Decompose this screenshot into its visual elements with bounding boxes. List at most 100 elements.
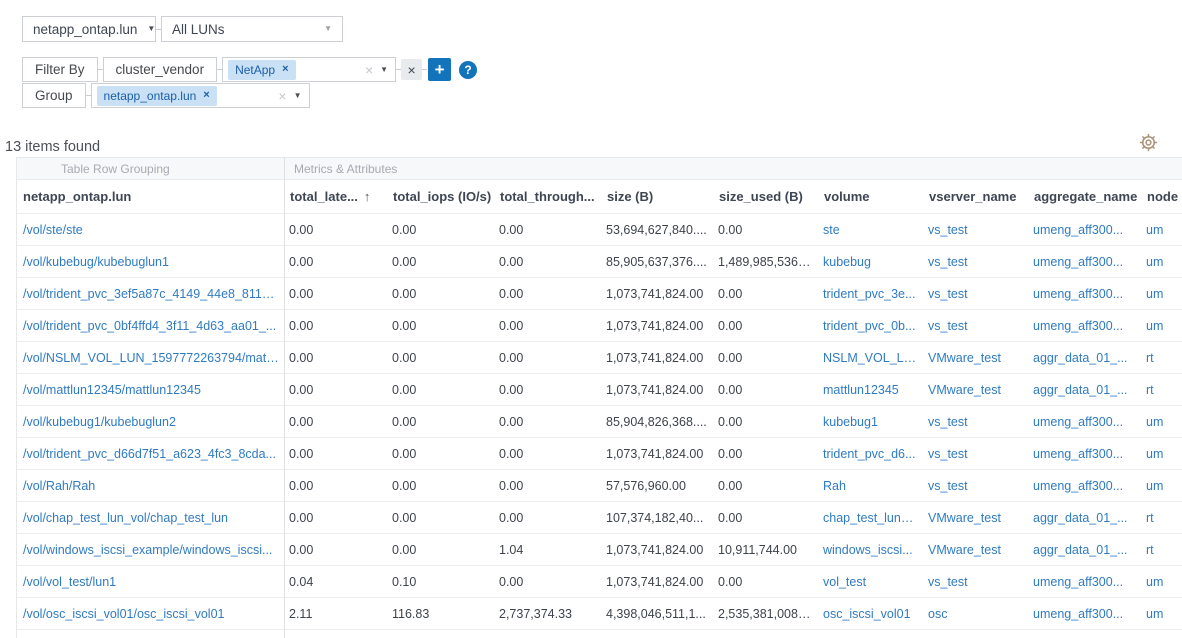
cell-node[interactable]: um [1141,566,1182,598]
remove-filter-button[interactable]: × [401,59,422,80]
cell-lun[interactable]: /vol/kubebug/kubebuglun1 [17,246,284,278]
saved-query-select[interactable]: All LUNs ▼ [161,16,343,42]
help-icon[interactable]: ? [459,61,477,79]
cell-lun[interactable]: /vol/NSLM_VOL_LUN_1597772263794/matts... [17,342,284,374]
cell-vserver_name[interactable]: osc [923,598,1028,630]
table-row: /vol/vol_test/lun10.040.100.001,073,741,… [17,566,1182,598]
column-header-size_used[interactable]: size_used (B) [713,180,818,214]
clear-selection-icon[interactable]: × [365,63,373,77]
cell-size_used: 0.00 [713,502,818,534]
cell-aggregate_name[interactable]: umeng_aff300... [1028,438,1141,470]
cell-node[interactable]: um [1141,438,1182,470]
column-header-lun[interactable]: netapp_ontap.lun [17,180,284,214]
cell-aggregate_name[interactable]: umeng_aff300... [1028,566,1141,598]
cell-aggregate_name[interactable]: umeng_aff300... [1028,598,1141,630]
group-value-combo[interactable]: netapp_ontap.lun × × ▼ [91,83,310,108]
filter-value-combo[interactable]: NetApp × × ▼ [222,57,396,82]
cell-lun[interactable]: /vol/chap_test_lun_vol/chap_test_lun [17,502,284,534]
cell-aggregate_name[interactable]: aggr_data_01_... [1028,374,1141,406]
cell-lun[interactable]: /vol/kubebug1/kubebuglun2 [17,406,284,438]
column-header-volume[interactable]: volume [818,180,923,214]
cell-lun[interactable]: /vol/vol_test/lun1 [17,566,284,598]
cell-aggregate_name[interactable]: aggr_data_01_... [1028,534,1141,566]
cell-lun[interactable]: /vol/trident_pvc_3ef5a87c_4149_44e8_8113… [17,278,284,310]
cell-volume[interactable]: kubebug1 [818,406,923,438]
cell-volume[interactable]: kubebug [818,246,923,278]
cell-volume[interactable]: ste [818,214,923,246]
table-row: /vol/NSLM_VOL_LUN_1597772263794/matts...… [17,342,1182,374]
cell-node[interactable]: um [1141,278,1182,310]
cell-vserver_name[interactable]: vs_test [923,438,1028,470]
cell-volume[interactable]: Rah [818,470,923,502]
column-header-total_throughput[interactable]: total_through... [494,180,601,214]
cell-vserver_name[interactable]: vs_test [923,278,1028,310]
cell-vserver_name[interactable]: VMware_test [923,502,1028,534]
cell-node[interactable]: rt [1141,342,1182,374]
filter-by-button[interactable]: Filter By [22,57,98,82]
cell-lun[interactable]: /vol/trident_pvc_d66d7f51_a623_4fc3_8cda… [17,438,284,470]
cell-lun[interactable]: /vol/windows_iscsi_example/windows_iscsi… [17,534,284,566]
cell-volume[interactable]: osc_iscsi_vol01 [818,598,923,630]
cell-vserver_name[interactable]: VMware_test [923,534,1028,566]
cell-vserver_name[interactable]: vs_test [923,214,1028,246]
cell-volume[interactable]: vol_test [818,566,923,598]
cell-total_iops: 0.00 [387,534,494,566]
cell-volume[interactable]: trident_pvc_0b... [818,310,923,342]
cell-node[interactable]: rt [1141,534,1182,566]
cell-volume[interactable]: mattlun12345 [818,374,923,406]
cell-vserver_name[interactable]: vs_test [923,310,1028,342]
cell-node[interactable]: um [1141,598,1182,630]
cell-volume[interactable]: trident_pvc_3e... [818,278,923,310]
chevron-down-icon[interactable]: ▼ [380,66,388,74]
cell-aggregate_name[interactable]: aggr_data_01_... [1028,502,1141,534]
cell-node[interactable]: um [1141,310,1182,342]
cell-aggregate_name[interactable]: umeng_aff300... [1028,246,1141,278]
cell-volume[interactable]: trident_pvc_d6... [818,438,923,470]
sort-ascending-icon[interactable]: ↑ [364,189,371,204]
remove-tag-icon[interactable]: × [203,90,209,101]
cell-vserver_name[interactable]: vs_test [923,406,1028,438]
table-settings-gear-icon[interactable] [1139,133,1158,157]
cell-volume[interactable]: chap_test_lun_... [818,502,923,534]
cell-aggregate_name[interactable]: umeng_aff300... [1028,470,1141,502]
cell-lun[interactable]: /vol/osc_iscsi_vol01/osc_iscsi_vol01 [17,598,284,630]
remove-tag-icon[interactable]: × [282,64,288,75]
group-button[interactable]: Group [22,83,86,108]
cell-size_used: 0.00 [713,406,818,438]
cell-node[interactable]: um [1141,214,1182,246]
cell-lun[interactable]: /vol/ste/ste [17,214,284,246]
column-header-size[interactable]: size (B) [601,180,713,214]
column-header-total_latency[interactable]: total_late...↑ [284,180,387,214]
cell-aggregate_name[interactable]: aggr_data_01_... [1028,342,1141,374]
column-header-aggregate_name[interactable]: aggregate_name [1028,180,1141,214]
cell-node[interactable]: um [1141,470,1182,502]
column-header-vserver_name[interactable]: vserver_name [923,180,1028,214]
chevron-down-icon[interactable]: ▼ [294,92,302,100]
cell-vserver_name[interactable]: vs_test [923,246,1028,278]
filter-field-button[interactable]: cluster_vendor [103,57,218,82]
cell-size_used: 0.00 [713,214,818,246]
cell-vserver_name[interactable]: vs_test [923,470,1028,502]
cell-node[interactable]: rt [1141,374,1182,406]
cell-vserver_name[interactable]: VMware_test [923,342,1028,374]
cell-vserver_name[interactable]: vs_test [923,566,1028,598]
cell-node[interactable]: um [1141,406,1182,438]
cell-volume[interactable]: NSLM_VOL_LU... [818,342,923,374]
cell-lun[interactable]: /vol/Rah/Rah [17,470,284,502]
cell-volume[interactable]: windows_iscsi... [818,534,923,566]
cell-lun[interactable]: /vol/trident_pvc_0bf4ffd4_3f11_4d63_aa01… [17,310,284,342]
cell-aggregate_name[interactable]: umeng_aff300... [1028,406,1141,438]
add-filter-button[interactable]: + [428,58,451,81]
cell-aggregate_name[interactable]: umeng_aff300... [1028,278,1141,310]
cell-size: 107,374,182,40... [601,502,713,534]
column-header-node[interactable]: node [1141,180,1182,214]
cell-node[interactable]: um [1141,246,1182,278]
column-header-total_iops[interactable]: total_iops (IO/s) [387,180,494,214]
cell-aggregate_name[interactable]: umeng_aff300... [1028,310,1141,342]
object-type-select[interactable]: netapp_ontap.lun ▼ [22,16,156,42]
cell-lun[interactable]: /vol/mattlun12345/mattlun12345 [17,374,284,406]
cell-vserver_name[interactable]: VMware_test [923,374,1028,406]
clear-selection-icon[interactable]: × [278,89,286,103]
cell-node[interactable]: rt [1141,502,1182,534]
cell-aggregate_name[interactable]: umeng_aff300... [1028,214,1141,246]
